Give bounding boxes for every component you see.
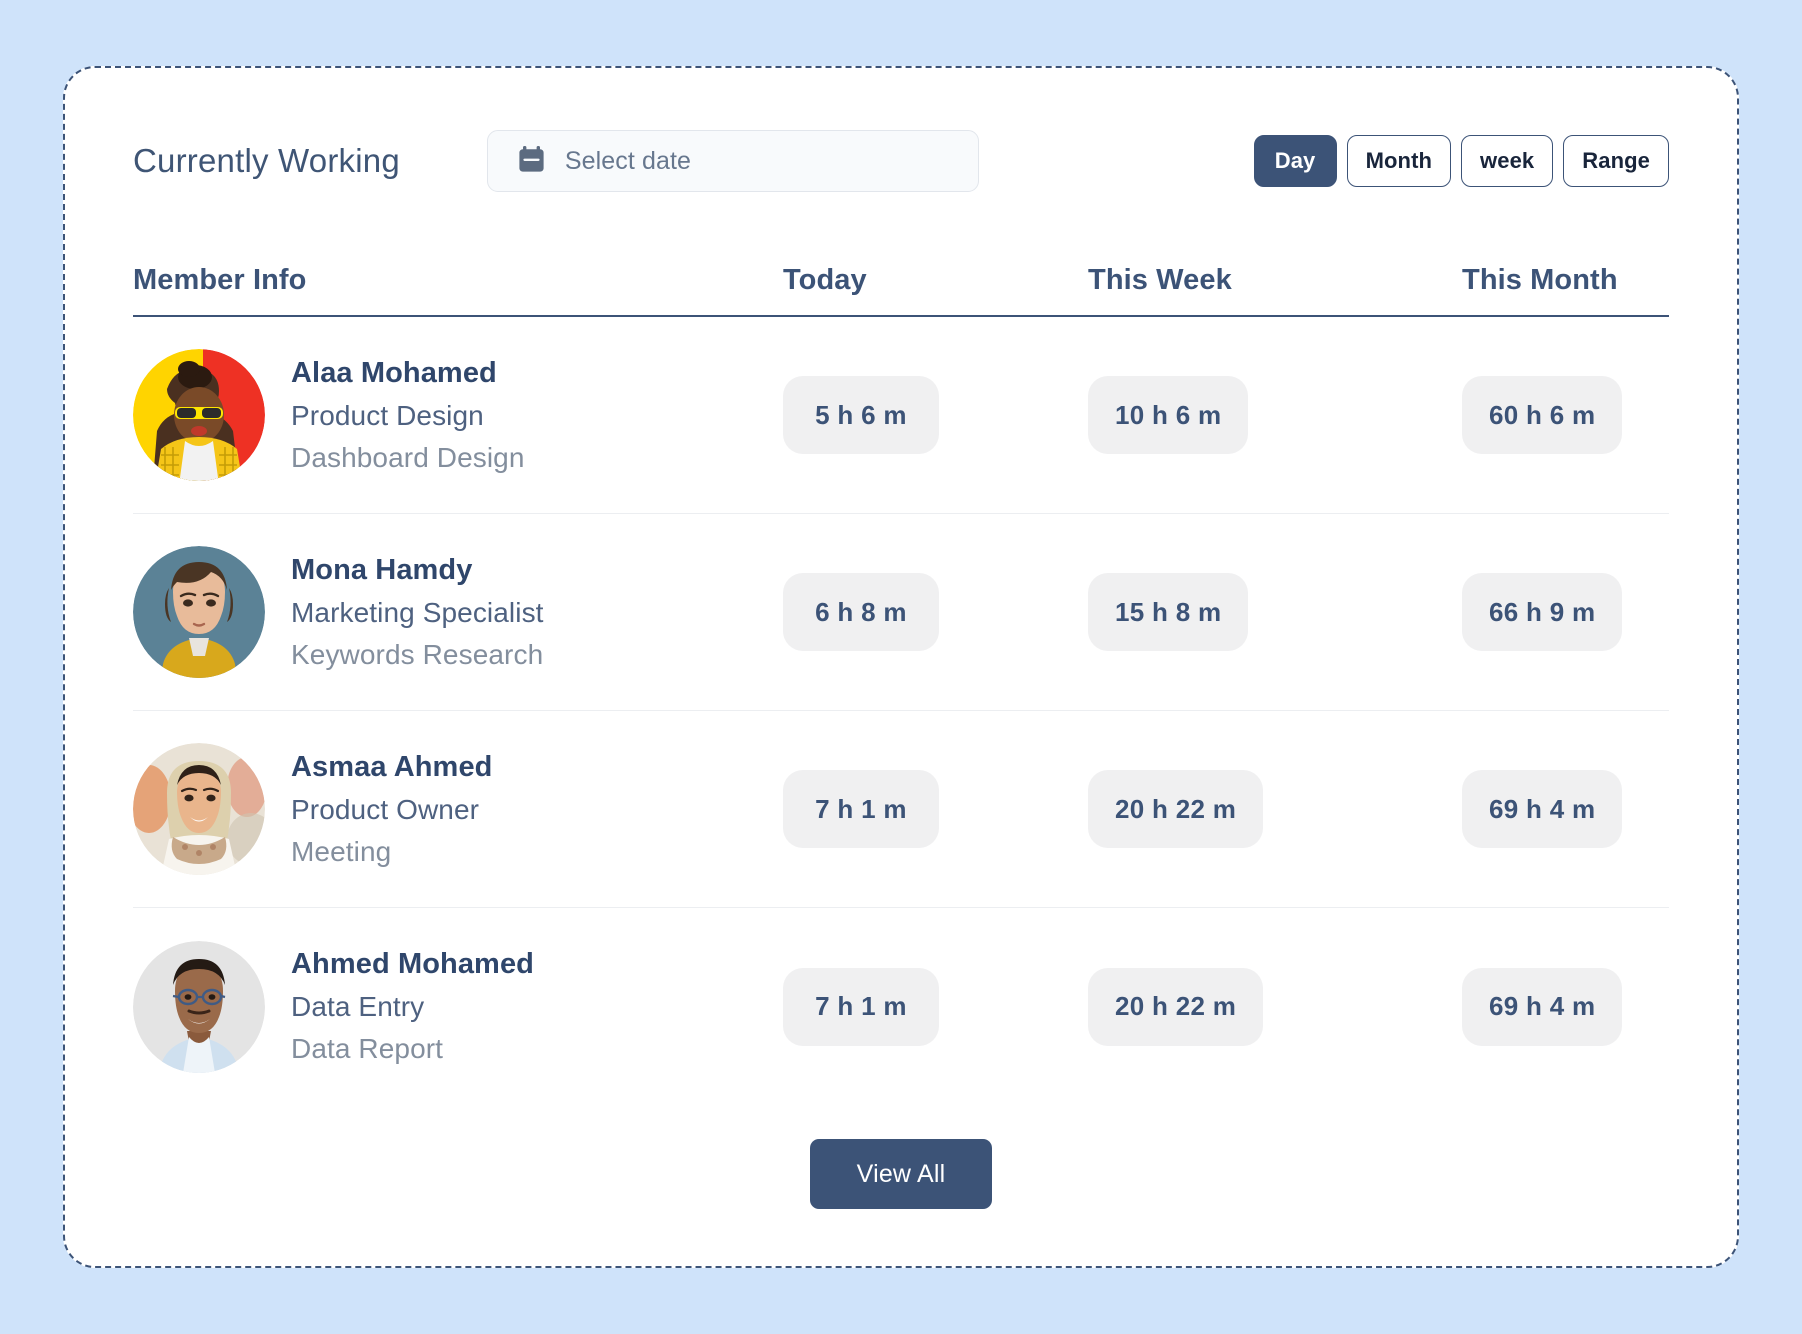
member-text: Ahmed Mohamed Data Entry Data Report [291, 944, 534, 1069]
this-week-cell: 20 h 22 m [1088, 967, 1462, 1046]
time-pill-this-month: 66 h 9 m [1462, 573, 1623, 651]
member-task: Meeting [291, 835, 392, 867]
table-row[interactable]: Asmaa Ahmed Product Owner Meeting 7 h 1 … [133, 711, 1669, 908]
member-task: Keywords Research [291, 638, 544, 670]
this-week-cell: 15 h 8 m [1088, 573, 1462, 651]
member-name: Asmaa Ahmed [291, 750, 493, 783]
member-name: Alaa Mohamed [291, 356, 497, 389]
member-role: Product Design [291, 399, 484, 431]
member-text: Mona Hamdy Marketing Specialist Keywords… [291, 550, 544, 675]
time-pill-this-month: 69 h 4 m [1462, 967, 1623, 1046]
range-button-range[interactable]: Range [1563, 135, 1669, 187]
date-picker-input[interactable]: Select date [486, 130, 979, 192]
column-header-today: Today [783, 264, 867, 296]
column-header-this-month: This Month [1462, 264, 1618, 296]
member-role: Data Entry [291, 991, 425, 1023]
time-pill-today: 7 h 1 m [783, 967, 939, 1046]
avatar [133, 743, 265, 875]
column-header-member-info: Member Info [133, 264, 307, 296]
time-pill-this-week: 15 h 8 m [1088, 573, 1249, 651]
member-role: Marketing Specialist [291, 596, 544, 628]
view-all-button[interactable]: View All [810, 1139, 992, 1209]
range-button-month[interactable]: Month [1346, 135, 1452, 187]
time-pill-this-week: 20 h 22 m [1088, 770, 1264, 848]
column-header-this-week: This Week [1088, 264, 1232, 296]
today-cell: 5 h 6 m [783, 376, 1088, 454]
table-header-row: Member Info Today This Week This Month [133, 264, 1669, 317]
this-month-cell: 60 h 6 m [1462, 376, 1669, 454]
member-task: Data Report [291, 1033, 444, 1065]
date-picker-placeholder: Select date [564, 146, 692, 175]
this-week-cell: 10 h 6 m [1088, 376, 1462, 454]
range-filter-group: Day Month week Range [1253, 135, 1669, 187]
this-month-cell: 69 h 4 m [1462, 967, 1669, 1046]
today-cell: 7 h 1 m [783, 967, 1088, 1046]
today-cell: 7 h 1 m [783, 770, 1088, 848]
member-cell: Mona Hamdy Marketing Specialist Keywords… [133, 546, 783, 678]
this-month-cell: 69 h 4 m [1462, 770, 1669, 848]
member-name: Ahmed Mohamed [291, 948, 534, 981]
avatar [133, 546, 265, 678]
this-month-cell: 66 h 9 m [1462, 573, 1669, 651]
time-pill-this-month: 69 h 4 m [1462, 770, 1623, 848]
member-role: Product Owner [291, 793, 480, 825]
card-header: Currently Working Select date Day Month … [133, 130, 1669, 192]
members-table: Member Info Today This Week This Month A… [133, 264, 1669, 1105]
member-text: Alaa Mohamed Product Design Dashboard De… [291, 353, 525, 478]
page-title: Currently Working [133, 142, 400, 179]
page-background: Currently Working Select date Day Month … [0, 0, 1802, 1334]
time-pill-today: 7 h 1 m [783, 770, 939, 848]
table-row[interactable]: Mona Hamdy Marketing Specialist Keywords… [133, 514, 1669, 711]
time-pill-this-month: 60 h 6 m [1462, 376, 1623, 454]
this-week-cell: 20 h 22 m [1088, 770, 1462, 848]
time-pill-this-week: 20 h 22 m [1088, 967, 1264, 1046]
range-button-day[interactable]: Day [1253, 135, 1337, 187]
member-task: Dashboard Design [291, 441, 525, 473]
currently-working-card: Currently Working Select date Day Month … [63, 66, 1739, 1268]
time-pill-this-week: 10 h 6 m [1088, 376, 1249, 454]
member-cell: Asmaa Ahmed Product Owner Meeting [133, 743, 783, 875]
member-text: Asmaa Ahmed Product Owner Meeting [291, 747, 492, 872]
time-pill-today: 6 h 8 m [783, 573, 939, 651]
table-row[interactable]: Ahmed Mohamed Data Entry Data Report 7 h… [133, 908, 1669, 1105]
member-name: Mona Hamdy [291, 553, 473, 586]
range-button-week[interactable]: week [1461, 135, 1554, 187]
table-row[interactable]: Alaa Mohamed Product Design Dashboard De… [133, 317, 1669, 514]
time-pill-today: 5 h 6 m [783, 376, 939, 454]
member-cell: Ahmed Mohamed Data Entry Data Report [133, 940, 783, 1073]
today-cell: 6 h 8 m [783, 573, 1088, 651]
calendar-icon [518, 145, 545, 178]
avatar [133, 349, 265, 481]
member-cell: Alaa Mohamed Product Design Dashboard De… [133, 349, 783, 481]
card-footer: View All [133, 1139, 1669, 1209]
avatar [133, 940, 265, 1073]
